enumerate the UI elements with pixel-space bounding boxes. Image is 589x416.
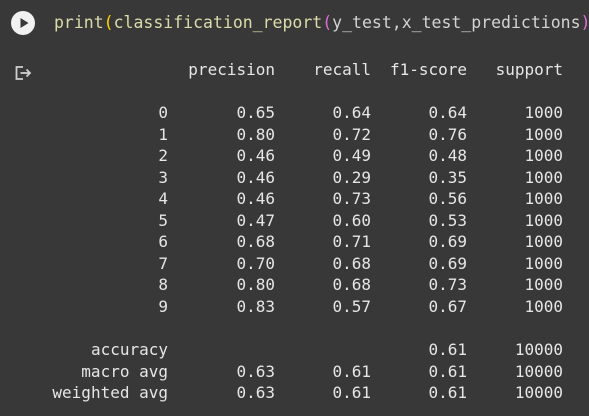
report-row: 1 0.80 0.72 0.76 1000 [0, 124, 589, 145]
macro-avg-f1: 0.61 [428, 361, 467, 381]
report-row: 3 0.46 0.29 0.35 1000 [0, 167, 589, 188]
macro-avg-support: 10000 [514, 361, 563, 381]
report-row: 7 0.70 0.68 0.69 1000 [0, 253, 589, 274]
row-precision: 0.70 [236, 253, 275, 273]
header-support: support [495, 60, 563, 79]
accuracy-row: accuracy 0.61 10000 [0, 339, 589, 360]
row-f1: 0.73 [428, 275, 467, 294]
report-row: 2 0.46 0.49 0.48 1000 [0, 145, 589, 166]
row-precision: 0.46 [236, 146, 275, 165]
code-fn-print: print [54, 13, 104, 32]
row-precision: 0.80 [236, 124, 275, 144]
report-row: 8 0.80 0.68 0.73 1000 [0, 274, 589, 295]
row-f1: 0.35 [428, 167, 467, 187]
run-cell-button[interactable] [11, 11, 35, 35]
row-recall: 0.49 [332, 146, 371, 165]
row-label: 8 [158, 275, 168, 294]
row-recall: 0.29 [332, 167, 371, 187]
code-fn-classification-report: classification_report [113, 13, 323, 32]
row-support: 1000 [524, 210, 563, 230]
row-precision: 0.68 [236, 232, 275, 251]
row-label: 3 [158, 167, 168, 187]
row-support: 1000 [524, 253, 563, 273]
row-label: 2 [158, 146, 168, 165]
row-precision: 0.46 [236, 189, 275, 208]
row-label: 6 [158, 232, 168, 251]
row-f1: 0.64 [428, 103, 467, 122]
report-row: 4 0.46 0.73 0.56 1000 [0, 188, 589, 209]
row-support: 1000 [524, 275, 563, 294]
row-support: 1000 [524, 167, 563, 187]
accuracy-support: 10000 [514, 340, 563, 359]
row-support: 1000 [524, 124, 563, 144]
weighted-avg-support: 10000 [514, 383, 563, 402]
row-f1: 0.56 [428, 189, 467, 208]
row-f1: 0.67 [428, 296, 467, 316]
cell-output-area: precision recall f1-score support 0 0.65… [0, 48, 589, 416]
header-precision: precision [188, 60, 275, 79]
row-recall: 0.68 [332, 253, 371, 273]
code-cell-input[interactable]: print(classification_report(y_test,x_tes… [0, 0, 589, 48]
macro-avg-precision: 0.63 [236, 361, 275, 381]
code-line[interactable]: print(classification_report(y_test,x_tes… [54, 12, 589, 34]
row-precision: 0.80 [236, 275, 275, 294]
row-recall: 0.57 [332, 296, 371, 316]
row-recall: 0.60 [332, 210, 371, 230]
row-label: 7 [158, 253, 168, 273]
report-row: 6 0.68 0.71 0.69 1000 [0, 231, 589, 252]
report-row: 9 0.83 0.57 0.67 1000 [0, 296, 589, 317]
row-f1: 0.69 [428, 253, 467, 273]
header-recall: recall [313, 60, 371, 79]
row-precision: 0.65 [236, 103, 275, 122]
row-f1: 0.48 [428, 146, 467, 165]
row-label: 4 [158, 189, 168, 208]
weighted-avg-recall: 0.61 [332, 383, 371, 402]
report-row: 5 0.47 0.60 0.53 1000 [0, 210, 589, 231]
row-label: 0 [158, 103, 168, 122]
row-recall: 0.72 [332, 124, 371, 144]
report-header-row: precision recall f1-score support [0, 59, 589, 80]
row-label: 1 [158, 124, 168, 144]
row-support: 1000 [524, 103, 563, 122]
row-precision: 0.46 [236, 167, 275, 187]
play-icon [20, 18, 29, 28]
row-f1: 0.69 [428, 232, 467, 251]
code-paren-open-2: ( [322, 13, 333, 32]
weighted-avg-row: weighted avg 0.63 0.61 0.61 10000 [0, 382, 589, 403]
code-paren-open-1: ( [103, 13, 114, 32]
weighted-avg-precision: 0.63 [236, 383, 275, 402]
header-f1-score: f1-score [389, 60, 467, 79]
accuracy-label: accuracy [90, 340, 168, 359]
row-support: 1000 [524, 232, 563, 251]
row-support: 1000 [524, 189, 563, 208]
macro-avg-recall: 0.61 [332, 361, 371, 381]
row-recall: 0.71 [332, 232, 371, 251]
row-f1: 0.76 [428, 124, 467, 144]
weighted-avg-f1: 0.61 [428, 383, 467, 402]
macro-avg-label: macro avg [81, 361, 168, 381]
row-recall: 0.64 [332, 103, 371, 122]
weighted-avg-label: weighted avg [52, 383, 168, 402]
row-recall: 0.68 [332, 275, 371, 294]
row-precision: 0.83 [236, 296, 275, 316]
code-paren-close-2: ) [581, 13, 589, 32]
row-support: 1000 [524, 146, 563, 165]
classification-report: precision recall f1-score support 0 0.65… [0, 48, 589, 416]
code-args: y_test,x_test_predictions [332, 13, 581, 32]
row-support: 1000 [524, 296, 563, 316]
accuracy-f1: 0.61 [428, 340, 467, 359]
row-recall: 0.73 [332, 189, 371, 208]
row-label: 9 [158, 296, 168, 316]
report-row: 0 0.65 0.64 0.64 1000 [0, 102, 589, 123]
macro-avg-row: macro avg 0.63 0.61 0.61 10000 [0, 361, 589, 382]
row-precision: 0.47 [236, 210, 275, 230]
row-f1: 0.53 [428, 210, 467, 230]
row-label: 5 [158, 210, 168, 230]
